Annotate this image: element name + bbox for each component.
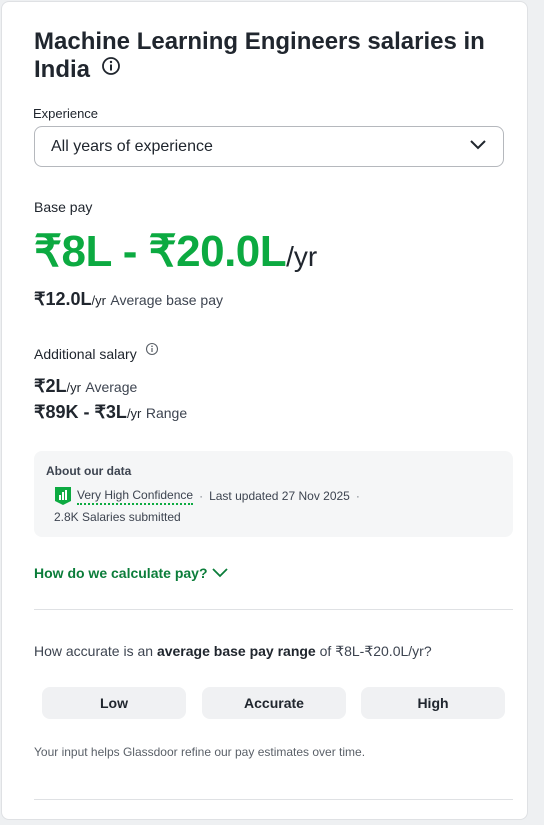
- additional-range-value: ₹89K - ₹3L: [34, 402, 127, 422]
- page-title: Machine Learning Engineers salaries in I…: [34, 28, 504, 85]
- additional-salary-label-text: Additional salary: [34, 346, 137, 362]
- question-mid: of: [315, 643, 336, 659]
- question-bold: average base pay range: [156, 643, 316, 659]
- additional-average-label: Average: [85, 379, 138, 395]
- about-our-data-title: About our data: [46, 464, 132, 478]
- base-pay-range-value: ₹8L - ₹20.0L: [34, 227, 287, 276]
- base-pay-label: Base pay: [34, 199, 93, 215]
- question-prefix: How accurate is an: [34, 643, 157, 659]
- separator-dot: ·: [199, 489, 204, 503]
- about-our-data-panel: About our data Very High Confidence · La…: [34, 451, 513, 537]
- additional-range-unit: /yr: [126, 406, 142, 421]
- feedback-footnote: Your input helps Glassdoor refine our pa…: [34, 745, 366, 759]
- how-calculate-pay-text: How do we calculate pay?: [34, 565, 208, 581]
- question-range: ₹8L-₹20.0L: [335, 643, 409, 659]
- info-icon[interactable]: [101, 55, 121, 83]
- how-calculate-pay-link[interactable]: How do we calculate pay?: [34, 565, 228, 581]
- salary-card: Machine Learning Engineers salaries in I…: [1, 1, 528, 820]
- confidence-row: Very High Confidence · Last updated 27 N…: [54, 486, 366, 506]
- chevron-down-icon: [469, 138, 487, 156]
- confidence-link[interactable]: Very High Confidence: [77, 488, 194, 505]
- experience-label: Experience: [33, 106, 99, 121]
- experience-selected-value: All years of experience: [51, 137, 213, 155]
- info-icon[interactable]: [145, 342, 159, 359]
- divider: [34, 609, 513, 610]
- average-base-pay-value: ₹12.0L: [34, 289, 92, 309]
- feedback-low-button[interactable]: Low: [42, 687, 186, 719]
- separator-dot: ·: [355, 489, 360, 503]
- feedback-high-button[interactable]: High: [361, 687, 505, 719]
- additional-average-unit: /yr: [66, 380, 81, 395]
- additional-average-value: ₹2L: [34, 376, 67, 396]
- experience-select[interactable]: All years of experience: [34, 126, 504, 167]
- additional-salary-average: ₹2L/yr Average: [34, 376, 137, 397]
- last-updated-text: Last updated 27 Nov 2025: [209, 489, 350, 503]
- average-base-pay: ₹12.0L/yr Average base pay: [34, 289, 223, 310]
- divider: [34, 799, 513, 800]
- additional-salary-range: ₹89K - ₹3L/yr Range: [34, 402, 187, 423]
- question-suffix: /yr?: [408, 643, 432, 659]
- salaries-submitted-text: 2.8K Salaries submitted: [54, 510, 181, 524]
- additional-salary-label: Additional salary: [34, 342, 159, 363]
- average-base-pay-label: Average base pay: [110, 292, 223, 308]
- confidence-badge-icon: [54, 486, 72, 506]
- feedback-accurate-button[interactable]: Accurate: [202, 687, 346, 719]
- base-pay-range: ₹8L - ₹20.0L/yr: [34, 228, 317, 281]
- additional-range-label: Range: [145, 405, 188, 421]
- average-base-pay-unit: /yr: [91, 293, 106, 308]
- base-pay-range-unit: /yr: [286, 241, 318, 272]
- chevron-down-icon: [208, 565, 228, 581]
- accuracy-question: How accurate is an average base pay rang…: [34, 643, 432, 660]
